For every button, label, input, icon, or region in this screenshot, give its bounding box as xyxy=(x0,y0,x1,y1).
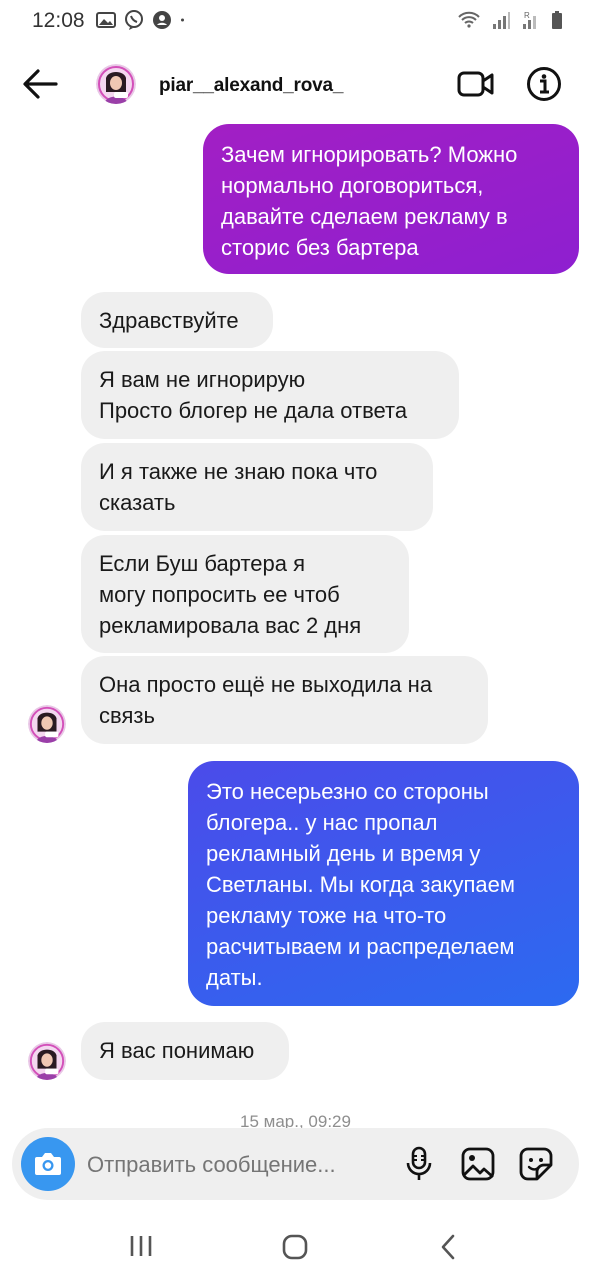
contact-username[interactable]: piar__alexand_rova_ xyxy=(159,75,343,97)
message-input[interactable] xyxy=(87,1150,387,1180)
message-text: Она просто ещё не выходила на xyxy=(99,672,433,697)
message-text: Просто блогер не дала ответа xyxy=(99,398,408,423)
message-text: И я также не знаю пока что xyxy=(99,459,378,484)
message-text: связь xyxy=(99,703,155,728)
back-arrow-icon[interactable] xyxy=(20,66,60,102)
message-text: Если Буш бартера я xyxy=(99,551,306,576)
info-icon[interactable] xyxy=(526,66,562,102)
message-text: расчитываем и распределаем xyxy=(206,934,515,959)
message-incoming[interactable]: И я также не знаю пока что сказать xyxy=(81,443,433,531)
message-incoming[interactable]: Если Буш бартера я могу попросить ее что… xyxy=(81,535,409,653)
status-time: 12:08 xyxy=(32,9,85,32)
contact-avatar[interactable] xyxy=(96,64,136,104)
message-text: рекламировала вас 2 дня xyxy=(99,613,362,638)
date-divider: 15 мар., 09:29 xyxy=(240,1112,351,1128)
gallery-icon xyxy=(96,12,116,28)
video-call-icon[interactable] xyxy=(456,68,496,100)
status-bar: 12:08 R xyxy=(0,0,591,44)
home-icon[interactable] xyxy=(282,1234,308,1260)
message-text: рекламный день и время у xyxy=(206,841,481,866)
message-outgoing[interactable]: Зачем игнорировать? Можно нормально дого… xyxy=(203,124,579,274)
message-text: сказать xyxy=(99,490,176,515)
account-icon xyxy=(153,11,171,29)
gallery-icon[interactable] xyxy=(460,1146,496,1182)
message-text: сторис без бартера xyxy=(221,235,419,260)
message-text: Я вас понимаю xyxy=(99,1038,255,1063)
battery-icon xyxy=(552,11,562,29)
message-incoming[interactable]: Здравствуйте xyxy=(81,292,273,348)
svg-text:R: R xyxy=(524,11,530,20)
message-text: могу попросить ее чтоб xyxy=(99,582,340,607)
message-incoming[interactable]: Я вам не игнорирую Просто блогер не дала… xyxy=(81,351,459,439)
dot-icon xyxy=(181,18,184,22)
message-text: Зачем игнорировать? Можно xyxy=(221,142,518,167)
nav-back-icon[interactable] xyxy=(438,1233,458,1261)
sender-avatar[interactable] xyxy=(28,1042,66,1080)
camera-icon xyxy=(35,1153,61,1175)
chat-header: piar__alexand_rova_ xyxy=(0,44,591,124)
system-nav-bar xyxy=(0,1214,591,1280)
message-text: блогера.. у нас пропал xyxy=(206,810,438,835)
viber-icon xyxy=(125,10,143,30)
signal-icon xyxy=(493,12,510,29)
message-text: рекламу тоже на что-то xyxy=(206,903,447,928)
message-text: Это несерьезно со стороны xyxy=(206,779,489,804)
message-composer xyxy=(12,1128,579,1200)
microphone-icon[interactable] xyxy=(404,1146,434,1182)
message-text: нормально договориться, xyxy=(221,173,484,198)
wifi-icon xyxy=(458,11,480,28)
message-incoming[interactable]: Я вас понимаю xyxy=(81,1022,289,1080)
sticker-icon[interactable] xyxy=(518,1146,554,1182)
message-text: Светланы. Мы когда закупаем xyxy=(206,872,515,897)
message-incoming[interactable]: Она просто ещё не выходила на связь xyxy=(81,656,488,744)
camera-button[interactable] xyxy=(21,1137,75,1191)
message-text: даты. xyxy=(206,965,263,990)
message-outgoing[interactable]: Это несерьезно со стороны блогера.. у на… xyxy=(188,761,579,1006)
message-text: давайте сделаем рекламу в xyxy=(221,204,508,229)
message-text: Здравствуйте xyxy=(99,308,239,333)
signal-roaming-icon: R xyxy=(523,11,536,29)
sender-avatar[interactable] xyxy=(28,705,66,743)
message-text: Я вам не игнорирую xyxy=(99,367,306,392)
recent-apps-icon[interactable] xyxy=(128,1234,154,1258)
